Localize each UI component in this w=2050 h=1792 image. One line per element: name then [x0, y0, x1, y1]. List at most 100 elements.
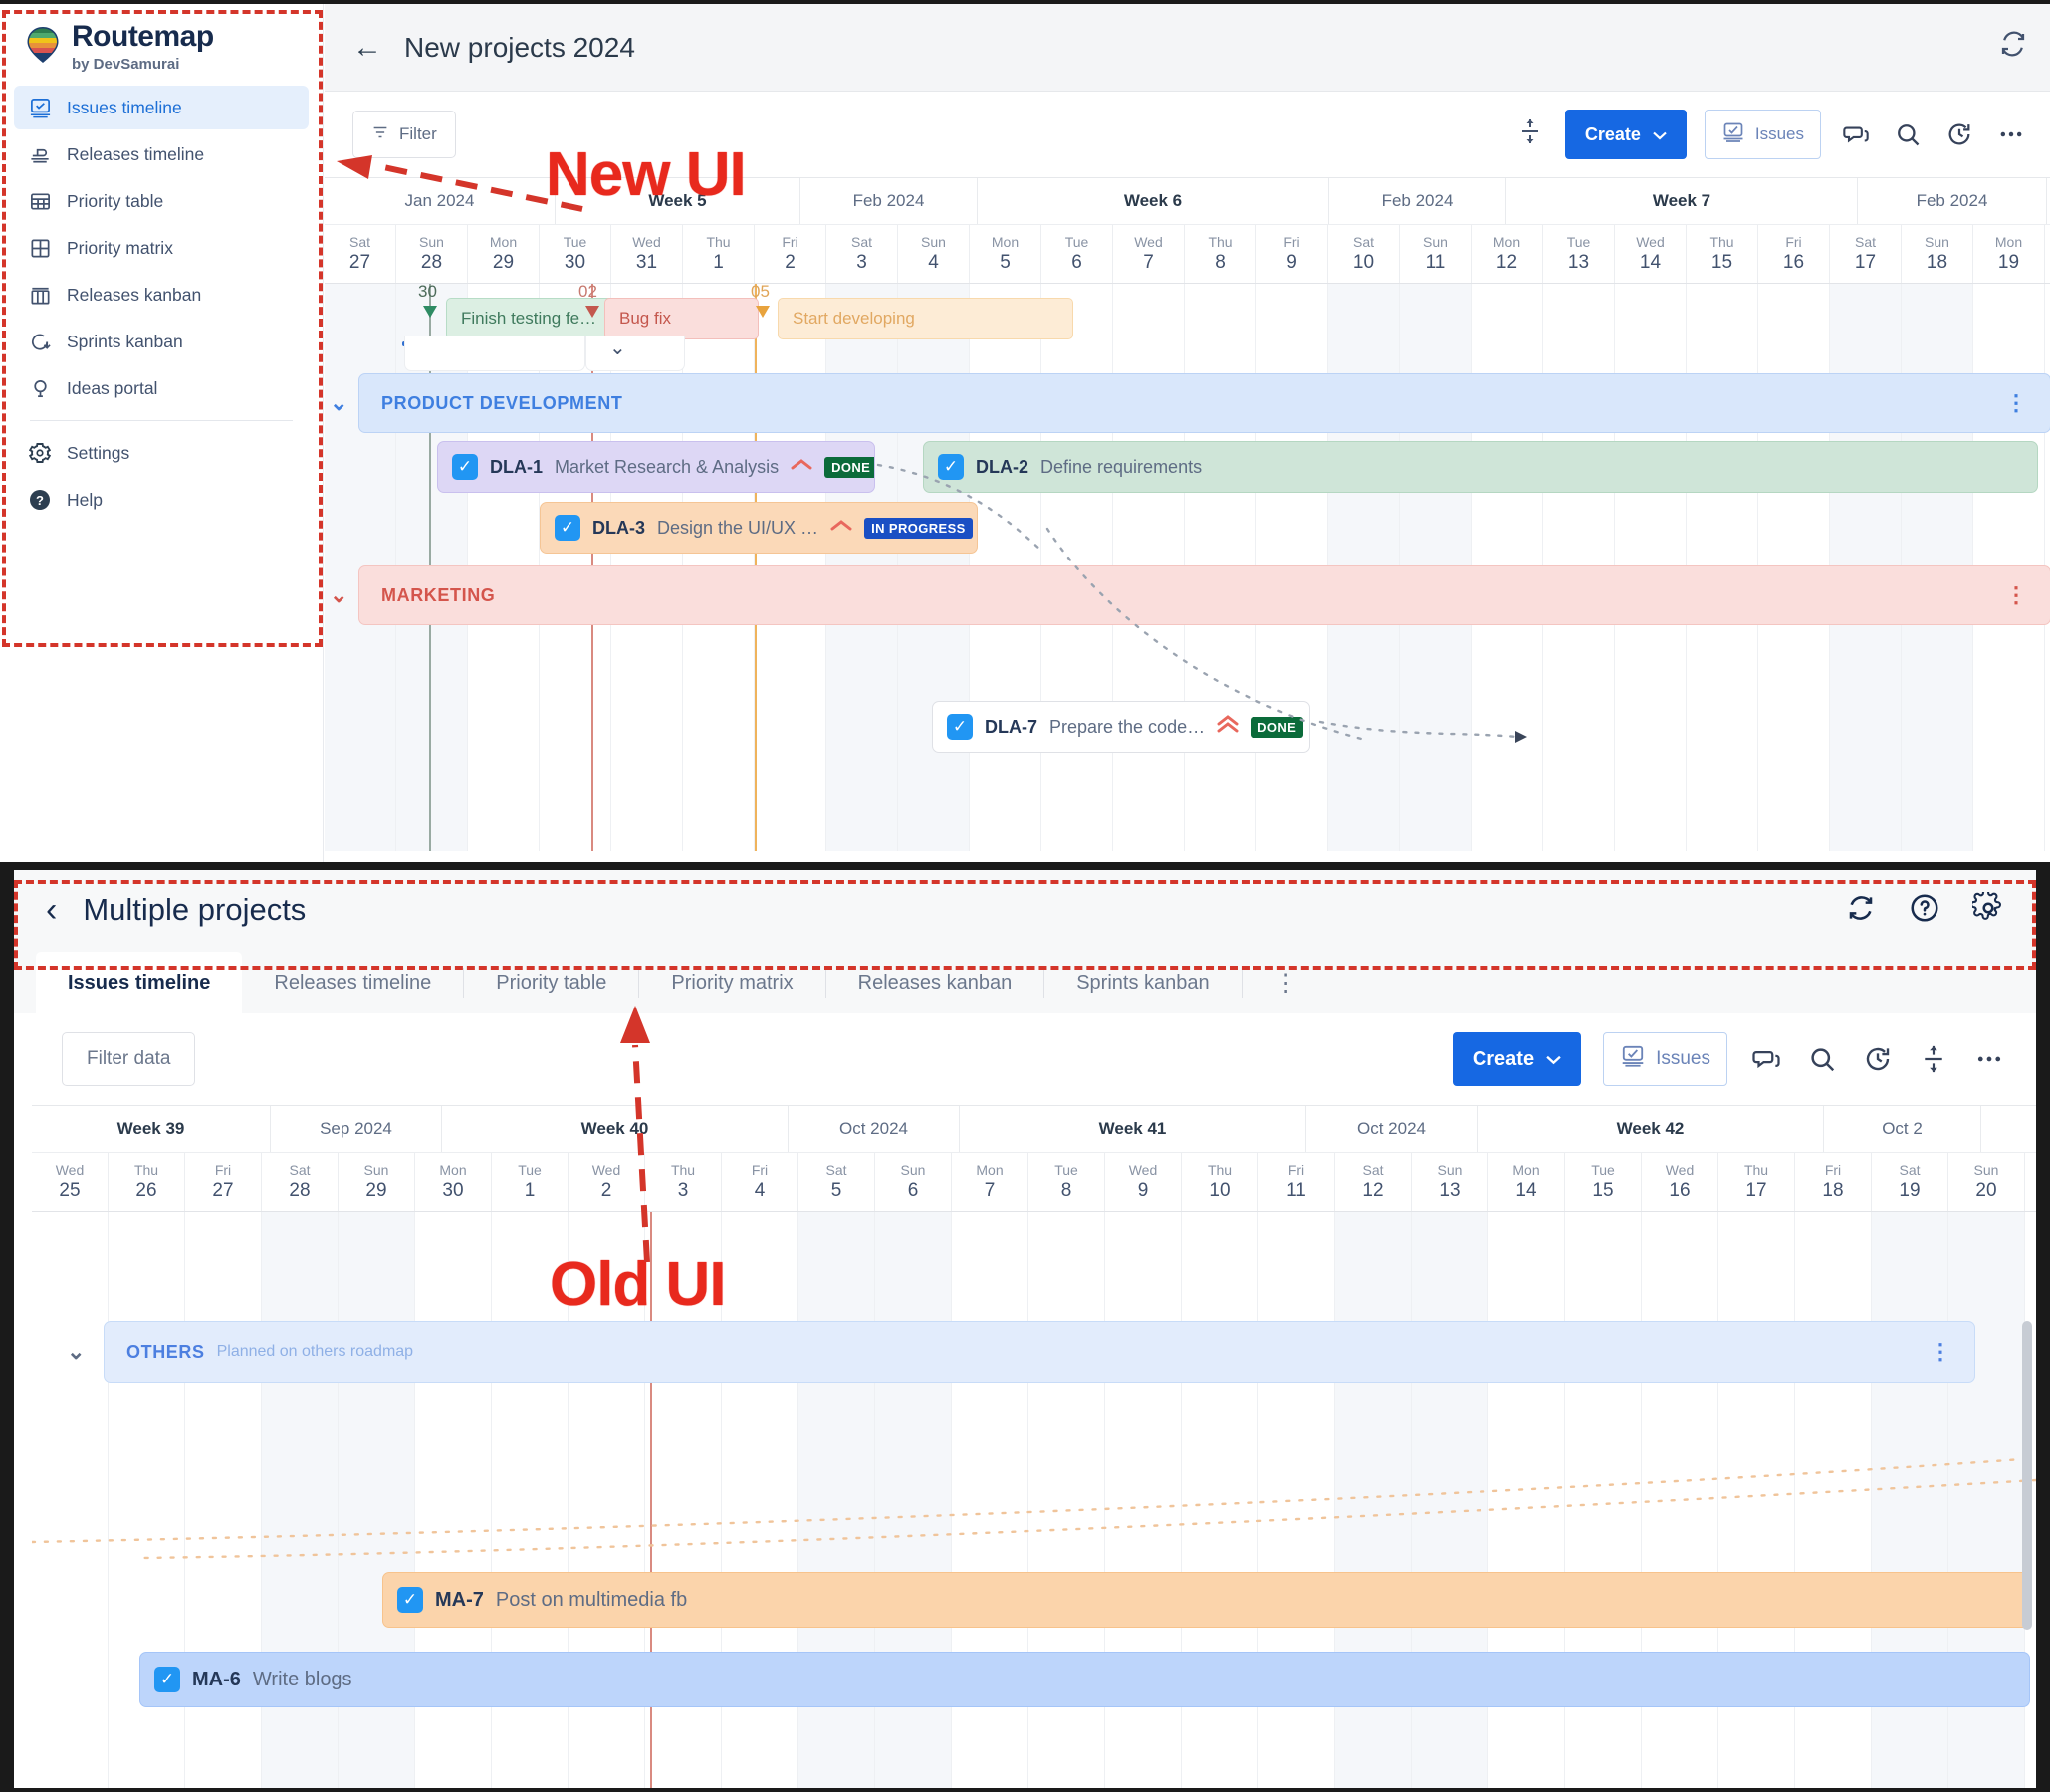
help-icon: ? [28, 488, 52, 512]
old-ui-tabs: Issues timeline Releases timeline Priori… [14, 952, 2036, 1013]
help-icon[interactable] [1909, 892, 1940, 929]
more-icon[interactable] [1994, 117, 2028, 151]
split-view-icon[interactable] [1917, 1042, 1950, 1076]
page-title: New projects 2024 [404, 31, 635, 63]
timeline-month-cell: Feb 2024 [800, 178, 978, 224]
chevron-down-icon[interactable]: ⌄ [67, 1339, 86, 1365]
sidebar-item-priority-table[interactable]: Priority table [14, 179, 309, 223]
group-more-icon[interactable]: ⋮ [2005, 582, 2028, 608]
timeline-day-cell: Tue 6 [1041, 225, 1113, 283]
issue-checkbox[interactable]: ✓ [555, 515, 580, 541]
issue-checkbox[interactable]: ✓ [397, 1587, 423, 1613]
timeline-day-cell: Thu 10 [1182, 1153, 1258, 1211]
tab-priority-table[interactable]: Priority table [464, 952, 638, 1013]
tab-releases-kanban[interactable]: Releases kanban [826, 952, 1044, 1013]
timeline-day-cell: Fri 9 [1256, 225, 1328, 283]
search-icon[interactable] [1891, 117, 1925, 151]
chevron-down-icon[interactable]: ⌄ [330, 390, 348, 416]
issue-bar-ma-6[interactable]: ✓ MA-6 Write blogs [139, 1652, 2030, 1707]
timeline-day-cell: Wed 31 [611, 225, 683, 283]
issue-checkbox[interactable]: ✓ [154, 1667, 180, 1692]
issue-checkbox[interactable]: ✓ [452, 454, 478, 480]
new-ui-timeline-body[interactable]: 30 Finish testing fe… 02 Bug fix 05 Star… [325, 284, 2050, 851]
refresh-icon[interactable] [1845, 892, 1877, 929]
split-view-icon[interactable] [1513, 117, 1547, 152]
history-icon[interactable] [1942, 117, 1976, 151]
group-more-icon[interactable]: ⋮ [1930, 1339, 1952, 1365]
group-header-others[interactable]: ⌄ OTHERS Planned on others roadmap ⋮ [67, 1321, 1975, 1383]
comment-icon[interactable] [1749, 1042, 1783, 1076]
sidebar-item-label: Ideas portal [67, 377, 158, 398]
tab-priority-matrix[interactable]: Priority matrix [639, 952, 824, 1013]
issues-label: Issues [1656, 1048, 1710, 1069]
timeline-grid-column [32, 1212, 109, 1788]
tab-label: Sprints kanban [1076, 971, 1210, 994]
sidebar-item-priority-matrix[interactable]: Priority matrix [14, 226, 309, 270]
timeline-day-cell: Sat 19 [1872, 1153, 1948, 1211]
issue-bar-dla-7[interactable]: ✓ DLA-7 Prepare the code… DONE [932, 701, 1310, 753]
create-button[interactable]: Create [1564, 110, 1687, 159]
tab-sprints-kanban[interactable]: Sprints kanban [1044, 952, 1241, 1013]
gear-icon[interactable] [1970, 888, 2004, 929]
sidebar-item-sprints-kanban[interactable]: Sprints kanban [14, 320, 309, 363]
history-icon[interactable] [1861, 1042, 1895, 1076]
chevron-down-icon[interactable]: ⌄ [330, 582, 348, 608]
issue-bar-dla-1[interactable]: ✓ DLA-1 Market Research & Analysis DONE [437, 441, 875, 493]
more-icon[interactable] [1972, 1042, 2006, 1076]
issue-summary: Prepare the code… [1049, 716, 1206, 737]
issue-bar-dla-3[interactable]: ✓ DLA-3 Design the UI/UX … IN PROGRESS [540, 502, 978, 554]
sidebar-item-ideas-portal[interactable]: Ideas portal [14, 366, 309, 410]
milestone-pill[interactable]: Start developing [778, 298, 1073, 339]
timeline-month-cell: Oct 2024 [789, 1106, 960, 1152]
milestone-flag-05 [756, 306, 770, 318]
comment-icon[interactable] [1839, 117, 1873, 151]
timeline-day-cell: Mon 29 [468, 225, 540, 283]
issue-key: MA-7 [435, 1588, 484, 1611]
issues-toggle-button[interactable]: Issues [1704, 110, 1821, 159]
timeline-day-cell: Wed 16 [1642, 1153, 1718, 1211]
filter-data-button[interactable]: Filter data [62, 1032, 196, 1086]
sidebar-item-help[interactable]: ? Help [14, 478, 309, 522]
timeline-day-cell: Mon 5 [970, 225, 1041, 283]
timeline-day-cell: Fri 27 [185, 1153, 262, 1211]
sidebar-item-settings[interactable]: Settings [14, 431, 309, 475]
milestone-label: Finish testing fe… [461, 309, 597, 328]
back-arrow-icon[interactable]: ‹ [46, 893, 57, 927]
vertical-scrollbar[interactable] [2022, 1321, 2032, 1630]
timeline-day-cell: Sun 29 [339, 1153, 415, 1211]
timeline-day-cell: Thu 1 [683, 225, 755, 283]
new-ui-header: ← New projects 2024 [325, 4, 2050, 92]
issues-icon [1721, 120, 1745, 149]
issues-label: Issues [1754, 124, 1804, 143]
issue-key: MA-6 [192, 1668, 241, 1690]
group-header-marketing[interactable]: ⌄ MARKETING ⋮ [330, 565, 2050, 625]
timeline-month-cell: Feb 2024 [1329, 178, 1506, 224]
sidebar-item-issues-timeline[interactable]: Issues timeline [14, 86, 309, 129]
timeline-month-cell: Feb 2024 [1858, 178, 2047, 224]
timeline-month-cell: Oct 2 [1824, 1106, 1981, 1152]
create-label: Create [1584, 123, 1641, 144]
issue-bar-ma-7[interactable]: ✓ MA-7 Post on multimedia fb [382, 1572, 2030, 1628]
tab-releases-timeline[interactable]: Releases timeline [242, 952, 463, 1013]
create-button[interactable]: Create [1452, 1032, 1582, 1086]
group-header-product-development[interactable]: ⌄ PRODUCT DEVELOPMENT ⋮ [330, 373, 2050, 433]
timeline-day-cell: Sat 27 [325, 225, 396, 283]
search-icon[interactable] [1805, 1042, 1839, 1076]
tab-label: Priority matrix [671, 971, 794, 994]
issue-bar-dla-2[interactable]: ✓ DLA-2 Define requirements [923, 441, 2038, 493]
issue-checkbox[interactable]: ✓ [938, 454, 964, 480]
group-more-icon[interactable]: ⋮ [2005, 390, 2028, 416]
timeline-month-cell: Week 41 [960, 1106, 1306, 1152]
old-ui-toolbar: Filter data Create Issues [14, 1013, 2036, 1105]
sidebar-item-releases-kanban[interactable]: Releases kanban [14, 273, 309, 317]
sidebar-item-releases-timeline[interactable]: Releases timeline [14, 132, 309, 176]
issue-checkbox[interactable]: ✓ [947, 714, 973, 740]
back-arrow-icon[interactable]: ← [352, 32, 382, 63]
refresh-icon[interactable] [1998, 29, 2028, 66]
tabs-more-icon[interactable]: ⋮ [1243, 952, 1330, 1013]
old-ui-timeline-body[interactable]: ⌄ OTHERS Planned on others roadmap ⋮ ✓ M… [32, 1212, 2036, 1788]
milestone-pill[interactable]: Bug fix [604, 298, 759, 339]
issue-summary: Post on multimedia fb [495, 1588, 688, 1611]
issues-toggle-button[interactable]: Issues [1603, 1032, 1727, 1086]
tab-issues-timeline[interactable]: Issues timeline [36, 952, 243, 1013]
